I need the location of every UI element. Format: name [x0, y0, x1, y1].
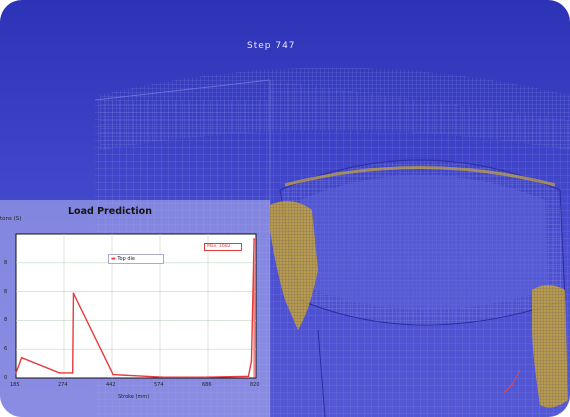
y-tick-label: 6 [4, 346, 8, 353]
data-point [15, 372, 17, 374]
data-point [247, 375, 250, 378]
x-tick-label: 442 [106, 382, 116, 388]
x-tick-label: 274 [58, 382, 68, 388]
data-point [112, 373, 114, 376]
step-label: Step 747 [247, 41, 296, 51]
legend-entry: Top die [117, 256, 135, 262]
simulation-viewport[interactable]: Step 747 Load Prediction tons (S) Stroke… [0, 0, 570, 417]
x-axis-label: Stroke (mm) [118, 394, 150, 400]
x-tick-label: 185 [10, 382, 20, 388]
y-tick-label: 0 [4, 375, 8, 381]
y-tick-label: 8 [4, 317, 8, 324]
x-tick-label: 686 [202, 382, 212, 388]
x-tick-label: 574 [154, 382, 164, 388]
chart-legend: ▬ Top die [108, 254, 164, 264]
ring-cavity-inner [300, 175, 548, 310]
data-point [58, 372, 61, 374]
legend-swatch-icon: ▬ [111, 256, 116, 262]
data-point [204, 376, 207, 378]
data-point [20, 356, 23, 359]
x-tick-label: 820 [250, 382, 260, 388]
data-point [72, 292, 75, 295]
y-tick-label: 8 [4, 259, 8, 266]
y-tick-label: 8 [4, 288, 8, 295]
y-axis-label: tons (S) [0, 216, 22, 222]
max-marker-label: Max. 1682 [204, 243, 242, 251]
data-point [71, 372, 74, 374]
chart-title: Load Prediction [68, 206, 152, 217]
data-point [250, 360, 253, 362]
data-point [162, 376, 164, 378]
